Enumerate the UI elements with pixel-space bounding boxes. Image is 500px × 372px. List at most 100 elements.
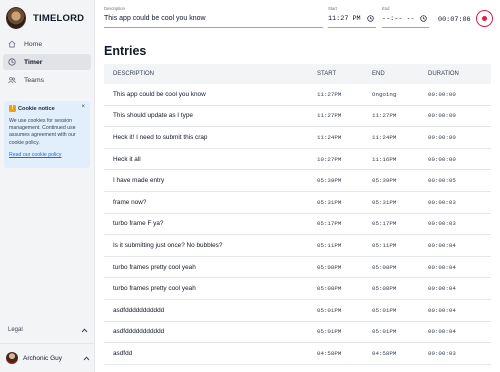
entry-duration: 00:00:00 [428, 112, 456, 120]
sidebar-item-label: Timer [24, 58, 43, 66]
avatar [6, 352, 18, 364]
entry-duration: 00:00:03 [428, 349, 456, 357]
column-header-start: START [317, 71, 337, 77]
table-row[interactable]: asdfddddddddddd 05:01PM 05:01PM 00:00:04 [104, 322, 491, 344]
start-time-input[interactable]: 11:27 PM [328, 15, 361, 23]
entry-duration: 00:00:00 [428, 155, 456, 163]
column-header-duration: DURATION [428, 71, 459, 77]
user-name: Archonic Guy [23, 354, 63, 362]
entry-end: 05:31PM [372, 198, 397, 206]
sidebar: TIMELORD Home Timer Teams ! Cookie notic… [0, 0, 95, 372]
entry-description[interactable]: turbo frames pretty cool yeah [104, 285, 317, 292]
entry-end: 05:17PM [372, 220, 397, 228]
entry-description[interactable]: Heck it! I need to submit this crap [104, 134, 317, 141]
entry-start: 05:31PM [317, 198, 342, 206]
legal-menu[interactable]: Legal [8, 327, 88, 333]
clock-icon[interactable] [367, 15, 374, 22]
entry-description[interactable]: asdfdd [104, 350, 317, 357]
elapsed-time: 00:07:06 [438, 16, 471, 24]
entry-description[interactable]: Is it submitting just once? No bubbles? [104, 242, 317, 249]
app-name: TIMELORD [33, 12, 85, 24]
entry-duration: 00:00:04 [428, 328, 456, 336]
home-icon [8, 40, 16, 48]
stop-timer-button[interactable] [476, 10, 493, 27]
table-row[interactable]: Heck it all 10:27PM 11:16PM 00:00:00 [104, 149, 491, 171]
column-header-end: END [372, 71, 385, 77]
table-row[interactable]: Heck it! I need to submit this crap 11:24… [104, 127, 491, 149]
entry-start: 05:39PM [317, 177, 342, 185]
entry-duration: 00:00:00 [428, 133, 456, 141]
entry-start: 05:01PM [317, 328, 342, 336]
table-row[interactable]: asdfddddddddddd 05:01PM 05:01PM 00:00:04 [104, 300, 491, 322]
cookie-notice-text: We use cookies for session management. C… [9, 118, 76, 146]
entry-start: 05:08PM [317, 285, 342, 293]
entry-description[interactable]: asdfddddddddddd [104, 328, 317, 335]
entry-start: 05:08PM [317, 263, 342, 271]
clock-icon [8, 58, 16, 66]
description-underline [104, 27, 323, 28]
entry-start: 11:27PM [317, 112, 342, 120]
table-row[interactable]: This should update as I type 11:27PM 11:27… [104, 106, 491, 128]
sidebar-item-teams[interactable]: Teams [3, 72, 91, 88]
entry-description[interactable]: This should update as I type [104, 112, 317, 119]
entry-end: 05:11PM [372, 241, 397, 249]
table-row[interactable]: turbo frames pretty cool yeah 05:08PM 05:0… [104, 257, 491, 279]
entry-start: 04:58PM [317, 349, 342, 357]
entry-description[interactable]: Heck it all [104, 156, 317, 163]
cookie-policy-link[interactable]: Read our cookie policy [9, 152, 85, 158]
entry-end: 05:01PM [372, 306, 397, 314]
table-row[interactable]: This app could be cool you know 11:27PM On… [104, 84, 491, 106]
sidebar-item-label: Home [24, 40, 43, 48]
sidebar-nav: Home Timer Teams [3, 36, 91, 90]
entry-end: 11:27PM [372, 112, 397, 120]
entry-start: 05:17PM [317, 220, 342, 228]
users-icon [8, 77, 16, 84]
entry-description[interactable]: I have made entry [104, 177, 317, 184]
entry-end: 05:01PM [372, 328, 397, 336]
entries-table: DESCRIPTION START END DURATION This app … [104, 64, 491, 365]
user-menu[interactable]: Archonic Guy [6, 352, 90, 364]
description-label: Description [104, 6, 125, 11]
table-row[interactable]: turbo frames pretty cool yeah 05:08PM 05:0… [104, 278, 491, 300]
entry-duration: 00:00:05 [428, 177, 456, 185]
sidebar-item-home[interactable]: Home [3, 36, 91, 52]
end-underline [382, 27, 429, 28]
legal-label: Legal [8, 327, 23, 333]
entry-end: 05:39PM [372, 177, 397, 185]
entry-end: 11:24PM [372, 133, 397, 141]
table-header: DESCRIPTION START END DURATION [104, 64, 491, 84]
page-title: Entries [104, 44, 147, 58]
entry-duration: 00:00:04 [428, 263, 456, 271]
entry-duration: 00:00:04 [428, 285, 456, 293]
brand[interactable]: TIMELORD [6, 6, 84, 30]
table-row[interactable]: asdfdd 04:58PM 04:58PM 00:00:03 [104, 343, 491, 365]
entry-duration: 00:00:04 [428, 306, 456, 314]
table-body: This app could be cool you know 11:27PM On… [104, 84, 491, 365]
record-icon [482, 16, 487, 21]
column-header-description: DESCRIPTION [113, 71, 155, 77]
end-time-input[interactable]: --:-- -- [382, 15, 415, 23]
entry-duration: 00:00:03 [428, 198, 456, 206]
clock-icon[interactable] [420, 15, 427, 22]
entry-description[interactable]: turbo frames pretty cool yeah [104, 264, 317, 271]
entry-end: 05:08PM [372, 263, 397, 271]
cookie-notice-title: Cookie notice [18, 105, 55, 112]
entry-description[interactable]: frame now? [104, 199, 317, 206]
entry-description[interactable]: turbo frame F ya? [104, 220, 317, 227]
close-icon[interactable]: × [81, 104, 85, 110]
entry-start: 05:11PM [317, 241, 342, 249]
table-row[interactable]: turbo frame F ya? 05:17PM 05:17PM 00:00:03 [104, 214, 491, 236]
cookie-notice-header: ! Cookie notice [9, 105, 85, 112]
entry-duration: 00:00:04 [428, 241, 456, 249]
sidebar-item-timer[interactable]: Timer [3, 54, 91, 70]
table-row[interactable]: Is it submitting just once? No bubbles? 0… [104, 235, 491, 257]
entry-start: 10:27PM [317, 155, 342, 163]
entry-description[interactable]: asdfddddddddddd [104, 307, 317, 314]
description-input[interactable]: This app could be cool you know [104, 15, 206, 22]
entry-description[interactable]: This app could be cool you know [104, 91, 317, 98]
table-row[interactable]: frame now? 05:31PM 05:31PM 00:00:03 [104, 192, 491, 214]
cookie-notice: ! Cookie notice × We use cookies for ses… [4, 101, 90, 168]
entry-end: Ongoing [372, 90, 397, 98]
table-row[interactable]: I have made entry 05:39PM 05:39PM 00:00:05 [104, 170, 491, 192]
start-label: Start [328, 6, 337, 11]
